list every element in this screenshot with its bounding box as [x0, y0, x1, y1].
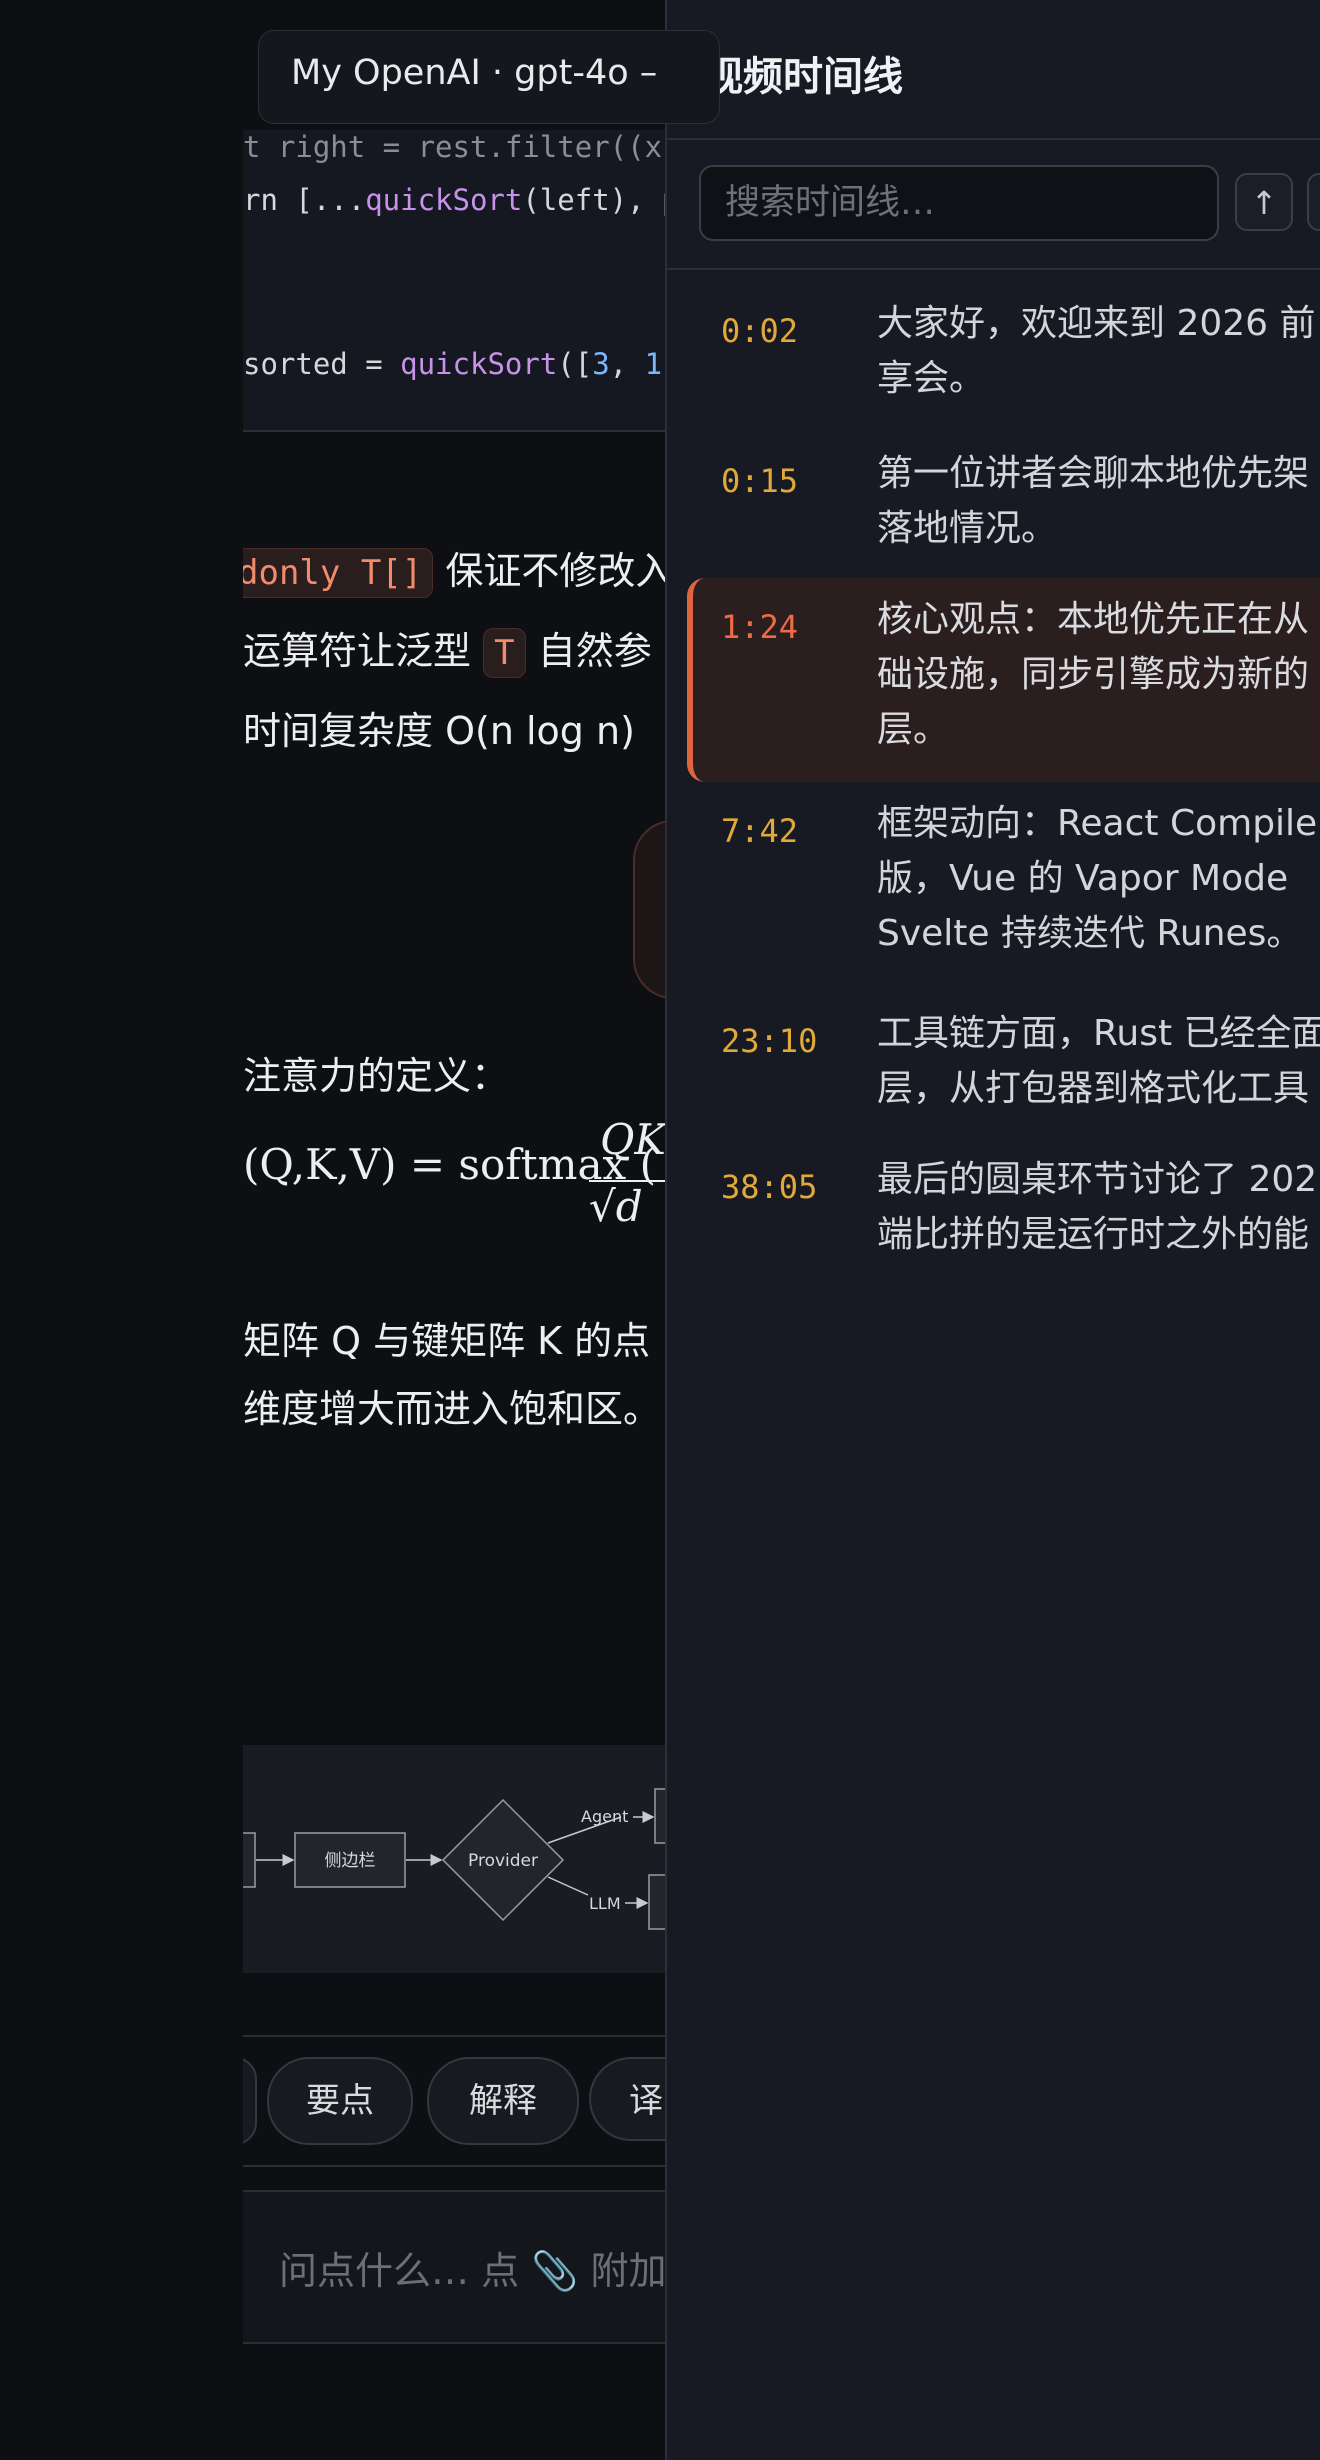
timeline-text: 核心观点：本地优先正在从 础设施，同步引擎成为新的 层。: [877, 599, 1310, 750]
timeline-timestamp[interactable]: 38:05: [721, 1168, 817, 1206]
timeline-search-input[interactable]: [699, 165, 1219, 241]
timeline-entry-active[interactable]: 1:24 核心观点：本地优先正在从 础设施，同步引擎成为新的 层。: [687, 578, 1320, 782]
code-text: (left), p: [522, 183, 665, 217]
previous-match-button[interactable]: ↑: [1235, 173, 1293, 231]
next-match-button[interactable]: [1307, 173, 1320, 231]
message-composer[interactable]: 问点什么… 点 📎 附加: [243, 2190, 665, 2344]
diagram-edge: [547, 1876, 589, 1896]
code-text: rn [...: [243, 183, 366, 217]
user-message-bubble: [633, 820, 665, 999]
paragraph-text: 保证不修改入: [445, 549, 665, 593]
timeline-timestamp[interactable]: 0:15: [721, 462, 798, 500]
code-number: 1: [644, 347, 663, 381]
chat-transcript[interactable]: t right = rest.filter((x) rn [...quickSo…: [243, 0, 665, 2460]
diagram-node: [648, 1874, 665, 1930]
code-line-3: sorted = quickSort([3, 1,: [243, 347, 665, 381]
diagram-label-llm: LLM: [589, 1894, 621, 1913]
timeline-entry[interactable]: 7:42 框架动向：React Compile 版，Vue 的 Vapor Mo…: [687, 796, 1320, 986]
math-numerator: QK: [600, 1115, 665, 1164]
timeline-timestamp[interactable]: 23:10: [721, 1022, 817, 1060]
arrow-up-icon: ↑: [1250, 184, 1278, 222]
paragraph-text: 运算符让泛型: [243, 629, 472, 673]
inline-code: T: [483, 628, 526, 678]
code-text: ([: [557, 347, 593, 381]
diagram-node: [243, 1832, 256, 1888]
diagram-label-sidebar: 侧边栏: [325, 1851, 376, 1871]
conversation-title-pill[interactable]: My OpenAI · gpt-4o –: [258, 30, 720, 124]
math-denominator: √d: [589, 1180, 665, 1231]
timeline-timestamp[interactable]: 1:24: [721, 608, 798, 646]
timeline-entry[interactable]: 23:10 工具链方面，Rust 已经全面 层，从打包器到格式化工具: [687, 1006, 1320, 1136]
code-function: quickSort: [400, 347, 558, 381]
timeline-entry[interactable]: 38:05 最后的圆桌环节讨论了 202 端比拼的是运行时之外的能: [687, 1152, 1320, 1282]
paragraph-text: 自然参: [537, 629, 652, 673]
code-line-1: t right = rest.filter((x): [243, 130, 665, 164]
timeline-text: 第一位讲者会聊本地优先架 落地情况。: [877, 453, 1310, 549]
chip-key-points[interactable]: 要点: [267, 2057, 413, 2145]
code-block: t right = rest.filter((x) rn [...quickSo…: [243, 130, 665, 432]
flow-diagram: 侧边栏 Provider Agent LLM: [243, 1745, 665, 1973]
panel-title: 视频时间线: [703, 54, 903, 100]
timeline-search-row: ↑: [667, 140, 1320, 270]
quick-action-bar: 要点 解释 译: [243, 2035, 665, 2167]
paragraph-line: donly T[] 保证不修改入: [243, 540, 665, 598]
panel-header: 视频时间线: [667, 0, 1320, 140]
diagram-label-provider: Provider: [468, 1851, 538, 1871]
paragraph-line: 时间复杂度 O(n log n): [243, 709, 635, 753]
code-text: sorted =: [243, 347, 401, 381]
code-text: ,: [609, 347, 645, 381]
diagram-node: [654, 1788, 665, 1844]
paragraph-line: 矩阵 Q 与键矩阵 K 的点: [243, 1319, 651, 1363]
math-formula: (Q,K,V) = softmax ( QK √d: [243, 1115, 665, 1231]
paragraph-line: 注意力的定义：: [243, 1054, 510, 1098]
quick-action-chip[interactable]: [243, 2057, 257, 2145]
paragraph-line: 维度增大而进入饱和区。: [243, 1387, 662, 1431]
code-number: 3: [592, 347, 610, 381]
flow-diagram-svg: 侧边栏 Provider Agent LLM: [243, 1788, 665, 1930]
diagram-label-agent: Agent: [581, 1807, 628, 1826]
timeline-timestamp[interactable]: 0:02: [721, 312, 798, 350]
conversation-title: My OpenAI · gpt-4o –: [291, 53, 658, 93]
composer-placeholder: 问点什么… 点 📎 附加: [279, 2249, 665, 2293]
timeline-text: 最后的圆桌环节讨论了 202 端比拼的是运行时之外的能: [877, 1159, 1318, 1255]
timeline-text: 工具链方面，Rust 已经全面 层，从打包器到格式化工具: [877, 1013, 1320, 1109]
chip-translate[interactable]: 译: [589, 2057, 665, 2141]
code-function: quickSort: [365, 183, 523, 217]
chip-explain[interactable]: 解释: [427, 2057, 579, 2145]
timeline-timestamp[interactable]: 7:42: [721, 812, 798, 850]
inline-code: donly T[]: [243, 548, 434, 598]
timeline-entry[interactable]: 0:15 第一位讲者会聊本地优先架 落地情况。: [687, 446, 1320, 576]
paragraph-line: 运算符让泛型 T 自然参: [243, 620, 652, 678]
left-gutter: [0, 0, 243, 2460]
timeline-text: 大家好，欢迎来到 2026 前 享会。: [877, 303, 1316, 399]
timeline-text: 框架动向：React Compile 版，Vue 的 Vapor Mode Sv…: [877, 803, 1318, 954]
timeline-entry[interactable]: 0:02 大家好，欢迎来到 2026 前 享会。: [687, 296, 1320, 426]
video-timeline-panel: 视频时间线 ↑ 0:02 大家好，欢迎来到 2026 前 享会。 0:15 第一…: [665, 0, 1320, 2460]
code-line-2: rn [...quickSort(left), p: [243, 183, 665, 217]
